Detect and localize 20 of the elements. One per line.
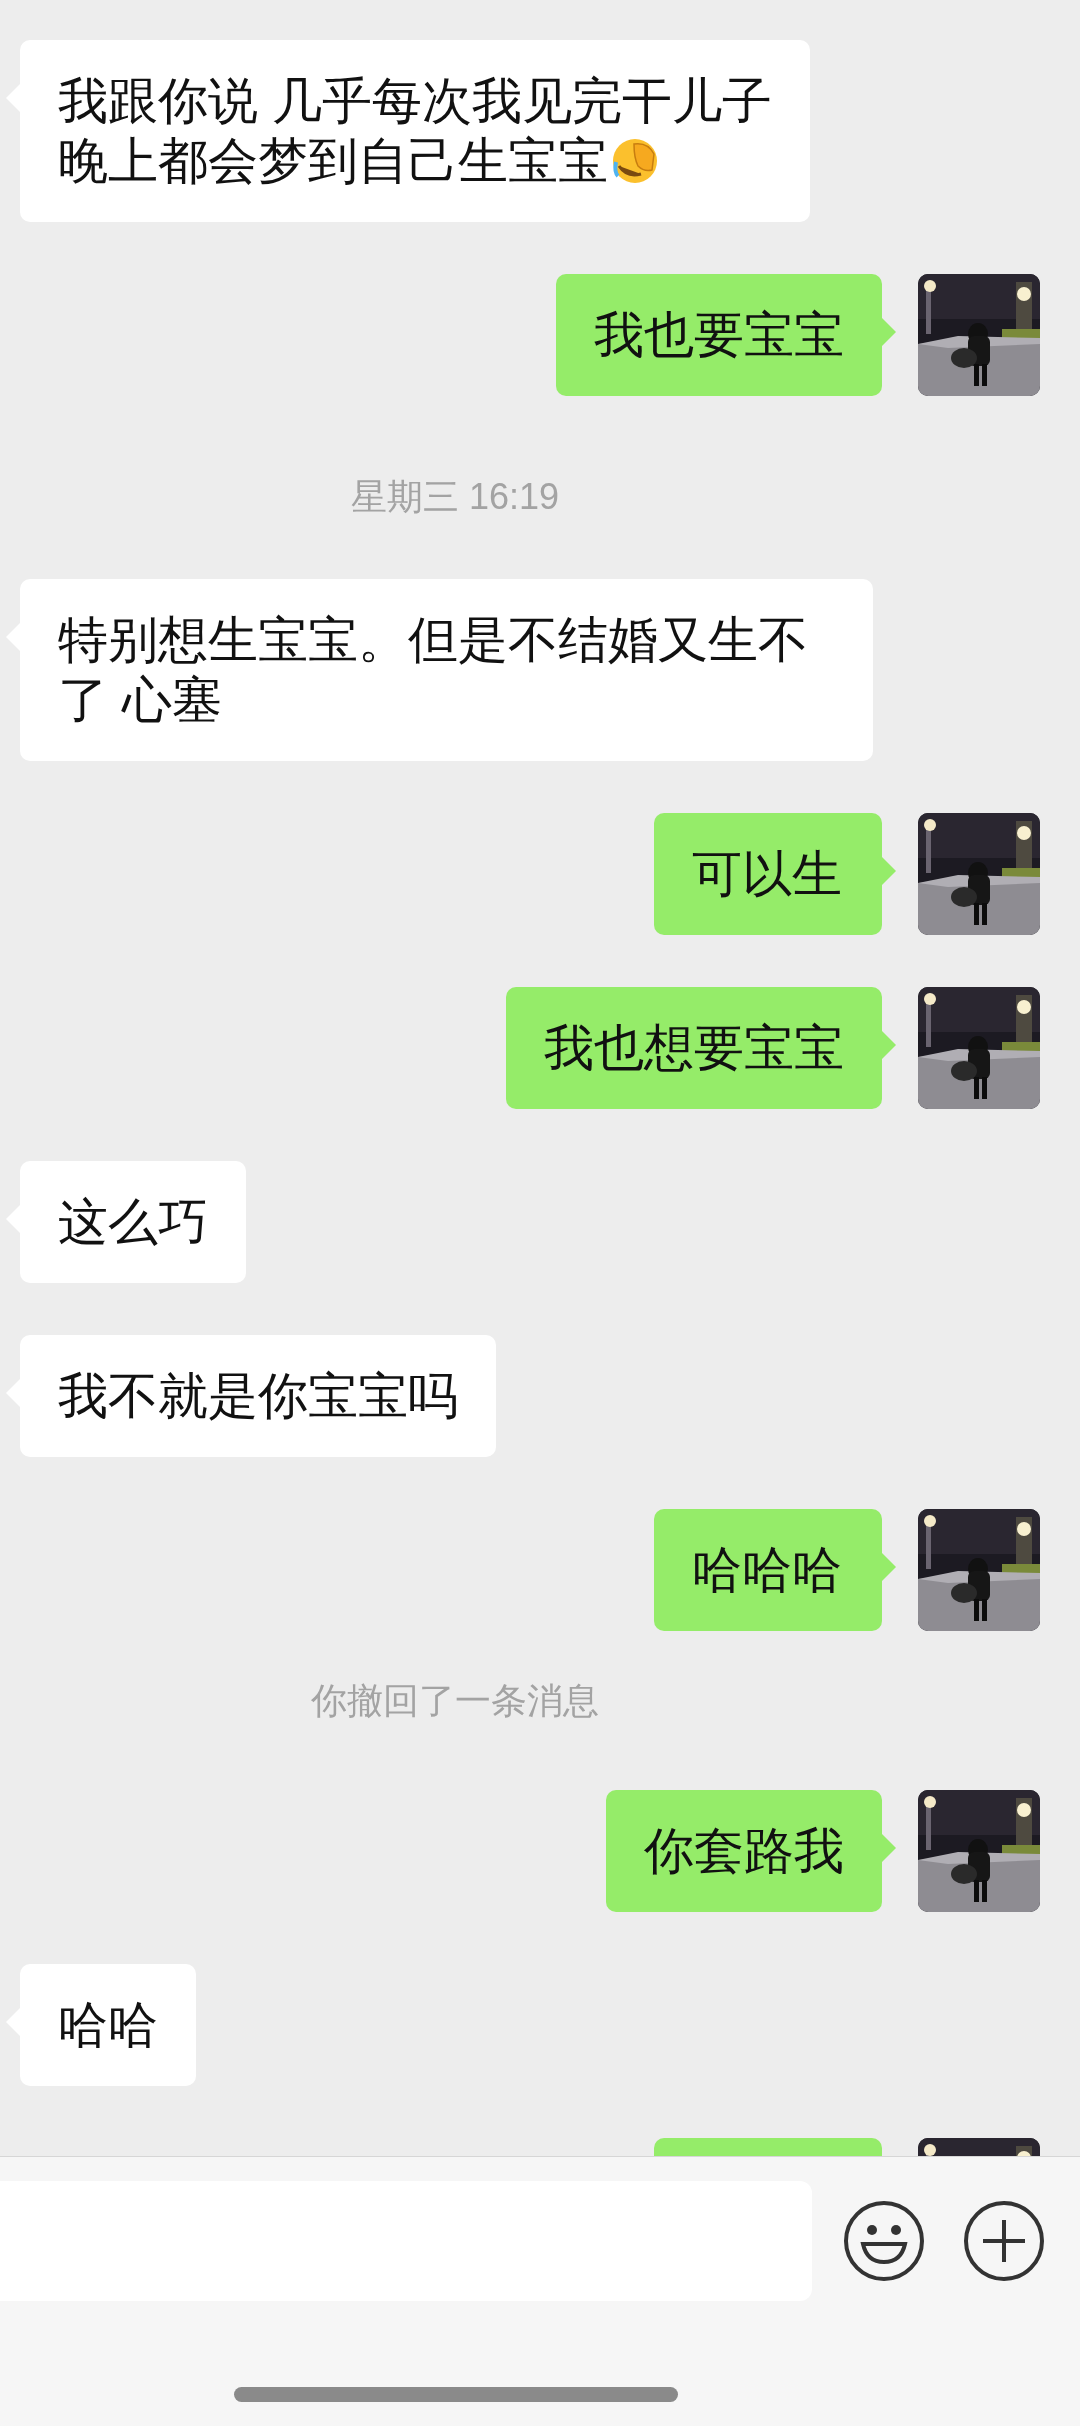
- message-bubble: 你套路我: [606, 1790, 882, 1912]
- bubble-tail: [882, 1031, 896, 1059]
- message-bubble: 特别想生宝宝。但是不结婚又生不了 心塞: [20, 579, 873, 761]
- message-bubble: 我不就是你宝宝吗: [20, 1335, 496, 1457]
- message-bubble: 我也要宝宝: [556, 274, 882, 396]
- emoji-icon[interactable]: [843, 2200, 925, 2282]
- timestamp: 星期三 16:19: [350, 477, 560, 517]
- message-bubble: 可以生: [654, 813, 882, 935]
- bubble-tail: [882, 318, 896, 346]
- bubble-tail: [882, 857, 896, 885]
- message-bubble: 我也想要宝宝: [506, 987, 882, 1109]
- message-bubble: 哈哈: [20, 1964, 196, 2086]
- add-icon[interactable]: [963, 2200, 1045, 2282]
- bubble-tail: [882, 1834, 896, 1862]
- recall-notice: 你撤回了一条消息: [311, 1681, 599, 1721]
- message-bubble: 哈哈哈: [654, 1509, 882, 1631]
- message-bubble: 这么巧: [20, 1161, 246, 1283]
- bubble-tail: [882, 1553, 896, 1581]
- message-text: 我跟你说 几乎每次我见完干儿子: [58, 72, 772, 131]
- message-text: 晚上都会梦到自己生宝宝: [58, 132, 608, 191]
